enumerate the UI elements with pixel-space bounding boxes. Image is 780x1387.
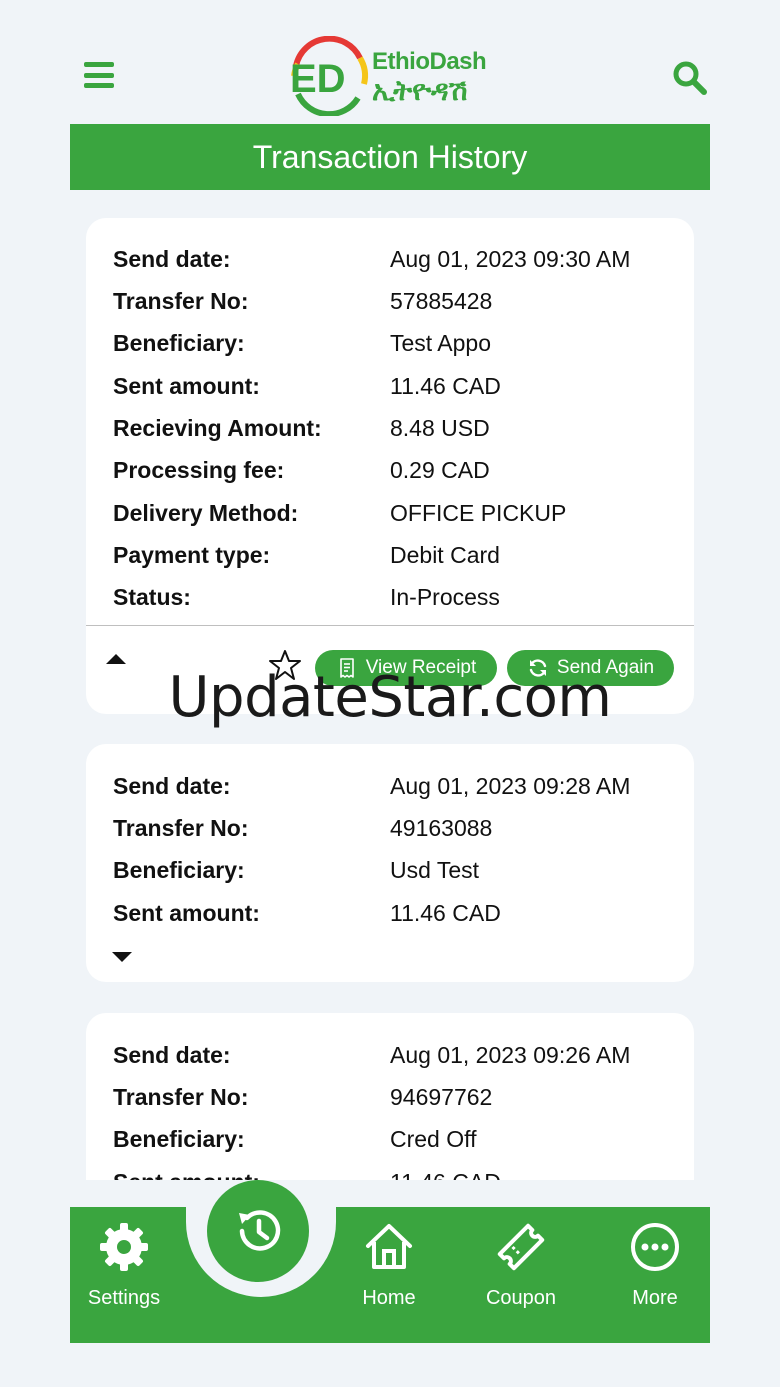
top-bar: ED EthioDash ኢትዮዳሽ bbox=[0, 0, 780, 124]
beneficiary-label: Beneficiary: bbox=[113, 330, 245, 356]
send-date-value: Aug 01, 2023 09:30 AM bbox=[390, 246, 631, 272]
history-icon bbox=[239, 1210, 281, 1251]
beneficiary-value: Cred Off bbox=[390, 1126, 477, 1152]
sent-amount-label: Sent amount: bbox=[113, 900, 260, 926]
gear-icon bbox=[100, 1223, 148, 1271]
history-fab-button[interactable] bbox=[207, 1180, 309, 1282]
bottom-navigation: Settings Home Coupon More bbox=[69, 1180, 710, 1343]
nav-settings[interactable]: Settings bbox=[69, 1207, 179, 1343]
transfer-no-value: 57885428 bbox=[390, 288, 493, 314]
nav-settings-label: Settings bbox=[87, 1287, 161, 1309]
home-icon bbox=[366, 1224, 412, 1269]
beneficiary-label: Beneficiary: bbox=[113, 857, 245, 883]
sent-amount-value: 11.46 CAD bbox=[390, 900, 501, 926]
transfer-no-value: 49163088 bbox=[390, 815, 493, 841]
processing-fee-value: 0.29 CAD bbox=[390, 457, 490, 483]
sent-amount-value: 11.46 CAD bbox=[390, 373, 501, 399]
delivery-method-label: Delivery Method: bbox=[113, 500, 299, 526]
card-divider bbox=[86, 625, 694, 626]
title-bar: Transaction History bbox=[70, 124, 710, 190]
payment-type-value: Debit Card bbox=[390, 542, 500, 568]
status-value: In-Process bbox=[390, 584, 500, 610]
sent-amount-label: Sent amount: bbox=[113, 373, 260, 399]
receiving-amount-value: 8.48 USD bbox=[390, 415, 490, 441]
status-label: Status: bbox=[113, 584, 191, 610]
nav-more-label: More bbox=[632, 1287, 678, 1309]
payment-type-label: Payment type: bbox=[113, 542, 271, 568]
page-title: Transaction History bbox=[252, 138, 528, 175]
svg-text:ED: ED bbox=[290, 57, 346, 101]
beneficiary-value: Test Appo bbox=[390, 330, 492, 356]
expand-caret-icon[interactable] bbox=[112, 952, 132, 962]
send-date-label: Send date: bbox=[113, 246, 231, 272]
send-date-value: Aug 01, 2023 09:28 AM bbox=[390, 773, 631, 799]
more-dots-icon bbox=[631, 1223, 679, 1271]
nav-more[interactable]: More bbox=[600, 1207, 710, 1343]
transfer-no-value: 94697762 bbox=[390, 1084, 493, 1110]
nav-home[interactable]: Home bbox=[334, 1207, 444, 1343]
transaction-card[interactable]: Send date: Aug 01, 2023 09:26 AM Transfe… bbox=[86, 1013, 694, 1180]
sent-amount-value: 11.46 CAD bbox=[390, 1167, 501, 1180]
watermark-overlay: UpdateStar.com bbox=[168, 665, 612, 730]
nav-coupon[interactable]: Coupon bbox=[466, 1207, 576, 1343]
nav-home-label: Home bbox=[362, 1287, 416, 1309]
delivery-method-value: OFFICE PICKUP bbox=[390, 500, 567, 526]
receiving-amount-label: Recieving Amount: bbox=[113, 415, 322, 441]
logo-amharic-text: ኢትዮዳሽ bbox=[372, 75, 468, 106]
search-icon[interactable] bbox=[670, 58, 710, 98]
coupon-ticket-icon bbox=[497, 1223, 545, 1271]
collapse-caret-icon[interactable] bbox=[106, 654, 126, 664]
beneficiary-value: Usd Test bbox=[390, 857, 480, 883]
transfer-no-label: Transfer No: bbox=[113, 288, 249, 314]
processing-fee-label: Processing fee: bbox=[113, 457, 285, 483]
transfer-no-label: Transfer No: bbox=[113, 815, 249, 841]
logo-text: EthioDash bbox=[372, 48, 487, 75]
logo-mark-icon: ED bbox=[290, 35, 369, 118]
transaction-card[interactable]: Send date: Aug 01, 2023 09:30 AM Transfe… bbox=[86, 218, 694, 714]
send-date-label: Send date: bbox=[113, 773, 231, 799]
send-date-value: Aug 01, 2023 09:26 AM bbox=[390, 1042, 631, 1068]
transfer-no-label: Transfer No: bbox=[113, 1084, 249, 1110]
transaction-card[interactable]: Send date: Aug 01, 2023 09:28 AM Transfe… bbox=[86, 744, 694, 982]
sent-amount-label: Sent amount: bbox=[113, 1167, 260, 1180]
ethiodash-logo: ED EthioDash ኢትዮዳሽ bbox=[288, 35, 498, 118]
send-date-label: Send date: bbox=[113, 1042, 231, 1068]
nav-coupon-label: Coupon bbox=[485, 1287, 557, 1309]
hamburger-menu-icon[interactable] bbox=[84, 62, 114, 88]
beneficiary-label: Beneficiary: bbox=[113, 1126, 245, 1152]
